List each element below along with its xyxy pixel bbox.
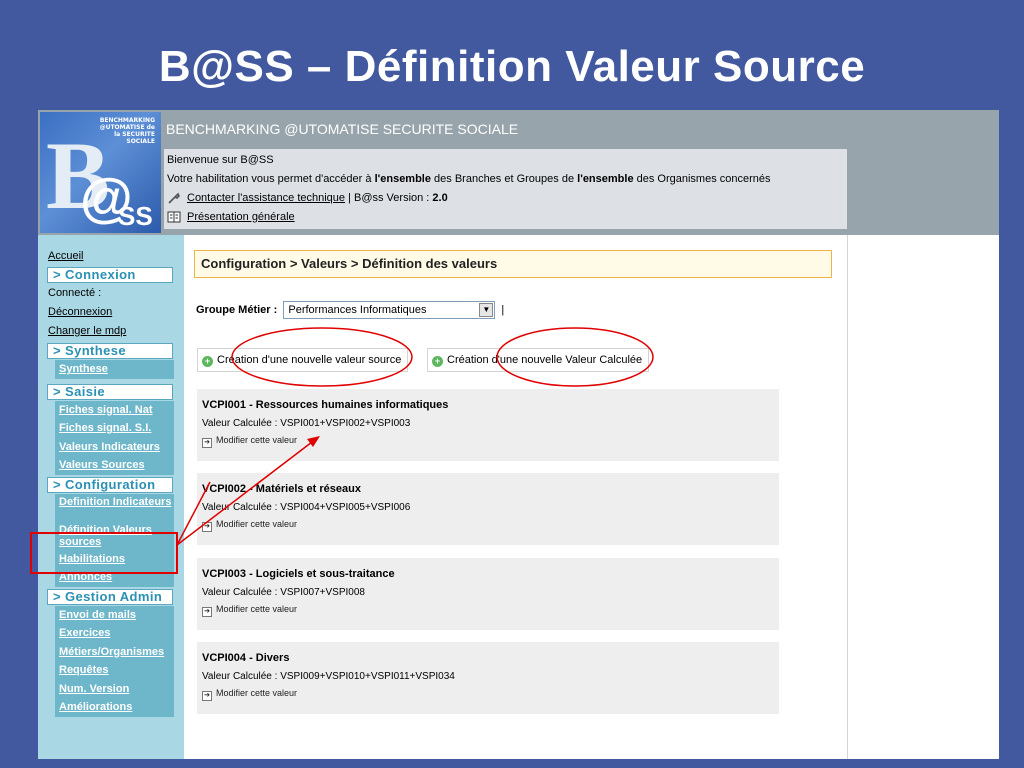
logo-ss: SS bbox=[118, 201, 153, 231]
value-card: VCPI002 - Matériels et réseaux Valeur Ca… bbox=[197, 473, 779, 545]
connecte-label: Connecté : bbox=[48, 287, 102, 299]
create-source-button[interactable]: + Création d'une nouvelle valeur source bbox=[197, 348, 409, 372]
card-title: VCPI004 - Divers bbox=[202, 652, 290, 664]
app-window: BENCHMARKING @UTOMATISE de la SECURITE S… bbox=[38, 110, 999, 759]
sidebar-item-definition-valeurs-sources[interactable]: Définition Valeurs sources bbox=[55, 522, 174, 550]
sidebar-item-habilitations[interactable]: Habilitations bbox=[55, 550, 174, 569]
right-pane bbox=[847, 235, 999, 759]
sidebar-item-exercices[interactable]: Exercices bbox=[55, 624, 174, 643]
card-formula: Valeur Calculée : VSPI001+VSPI002+VSPI00… bbox=[202, 418, 411, 429]
create-calculee-button[interactable]: + Création d'une nouvelle Valeur Calculée bbox=[427, 348, 650, 372]
plus-icon: + bbox=[432, 356, 443, 367]
edit-icon: ➔ bbox=[202, 438, 212, 448]
card-formula: Valeur Calculée : VSPI007+VSPI008 bbox=[202, 587, 365, 598]
version-label: | B@ss Version : bbox=[345, 192, 433, 204]
bass-logo[interactable]: BENCHMARKING @UTOMATISE de la SECURITE S… bbox=[40, 112, 161, 233]
groupe-metier-select[interactable]: Performances Informatiques ▼ bbox=[283, 301, 496, 319]
card-formula: Valeur Calculée : VSPI004+VSPI005+VSPI00… bbox=[202, 502, 411, 513]
sidebar-item-ameliorations[interactable]: Améliorations bbox=[55, 698, 174, 717]
groupe-metier-value: Performances Informatiques bbox=[288, 304, 427, 316]
edit-icon: ➔ bbox=[202, 522, 212, 532]
main-content: Configuration > Valeurs > Définition des… bbox=[184, 235, 847, 759]
edit-value-link[interactable]: ➔ Modifier cette valeur bbox=[202, 519, 774, 532]
section-saisie[interactable]: > Saisie bbox=[47, 383, 173, 400]
gestion-group: Envoi de mails Exercices Métiers/Organis… bbox=[55, 605, 174, 717]
card-formula: Valeur Calculée : VSPI009+VSPI010+VSPI01… bbox=[202, 671, 455, 682]
saisie-group: Fiches signal. Nat Fiches signal. S.I. V… bbox=[55, 400, 174, 475]
sidebar-deconnexion[interactable]: Déconnexion bbox=[38, 303, 184, 322]
app-title: BENCHMARKING @UTOMATISE SECURITE SOCIALE bbox=[166, 121, 519, 137]
sidebar-accueil[interactable]: Accueil bbox=[38, 248, 184, 265]
groupe-pipe: | bbox=[501, 303, 505, 316]
section-gestion-admin[interactable]: > Gestion Admin bbox=[47, 588, 173, 605]
value-card: VCPI004 - Divers Valeur Calculée : VSPI0… bbox=[197, 642, 779, 714]
header: BENCHMARKING @UTOMATISE de la SECURITE S… bbox=[38, 110, 999, 235]
edit-value-link[interactable]: ➔ Modifier cette valeur bbox=[202, 688, 774, 701]
value-card: VCPI003 - Logiciels et sous-traitance Va… bbox=[197, 558, 779, 630]
sidebar-item-annonces[interactable]: Annonces bbox=[55, 568, 174, 587]
groupe-metier-label: Groupe Métier : bbox=[196, 303, 278, 316]
version-value: 2.0 bbox=[432, 192, 448, 204]
synthese-group: Synthese bbox=[55, 360, 174, 379]
sidebar-changer-mdp[interactable]: Changer le mdp bbox=[38, 322, 184, 341]
card-title: VCPI002 - Matériels et réseaux bbox=[202, 483, 361, 495]
sidebar-item-num-version[interactable]: Num. Version bbox=[55, 680, 174, 699]
presentation-row: Présentation générale bbox=[167, 209, 844, 228]
presentation-link[interactable]: Présentation générale bbox=[187, 211, 295, 223]
chevron-down-icon[interactable]: ▼ bbox=[479, 303, 494, 317]
book-icon bbox=[167, 211, 181, 223]
section-connexion[interactable]: > Connexion bbox=[47, 267, 173, 283]
breadcrumb: Configuration > Valeurs > Définition des… bbox=[194, 250, 832, 278]
sidebar-item-valeurs-sources[interactable]: Valeurs Sources bbox=[55, 456, 174, 475]
sidebar-item-envoi-mails[interactable]: Envoi de mails bbox=[55, 606, 174, 625]
sidebar-item-synthese[interactable]: Synthese bbox=[55, 360, 174, 379]
sidebar-item-metiers-organismes[interactable]: Métiers/Organismes bbox=[55, 643, 174, 662]
welcome-panel: Bienvenue sur B@SS Votre habilitation vo… bbox=[164, 149, 847, 229]
sidebar-item-requetes[interactable]: Requêtes bbox=[55, 661, 174, 680]
groupe-metier-row: Groupe Métier : Performances Informatiqu… bbox=[196, 301, 504, 319]
edit-icon: ➔ bbox=[202, 607, 212, 617]
wrench-icon bbox=[168, 192, 180, 204]
sidebar-item-definition-indicateurs[interactable]: Definition Indicateurs bbox=[55, 494, 174, 522]
edit-value-link[interactable]: ➔ Modifier cette valeur bbox=[202, 435, 774, 448]
section-configuration[interactable]: > Configuration bbox=[47, 476, 173, 493]
contact-row: Contacter l'assistance technique | B@ss … bbox=[167, 190, 844, 209]
slide-title: B@SS – Définition Valeur Source bbox=[158, 42, 866, 91]
edit-icon: ➔ bbox=[202, 691, 212, 701]
edit-value-link[interactable]: ➔ Modifier cette valeur bbox=[202, 604, 774, 617]
habilitation-text: Votre habilitation vous permet d'accéder… bbox=[167, 173, 771, 185]
configuration-group: Definition Indicateurs Définition Valeur… bbox=[55, 493, 174, 587]
contact-support-link[interactable]: Contacter l'assistance technique bbox=[187, 192, 345, 204]
section-synthese[interactable]: > Synthese bbox=[47, 343, 173, 359]
sidebar-item-valeurs-indicateurs[interactable]: Valeurs Indicateurs bbox=[55, 438, 174, 457]
card-title: VCPI001 - Ressources humaines informatiq… bbox=[202, 399, 449, 411]
sidebar-item-fiches-nat[interactable]: Fiches signal. Nat bbox=[55, 401, 174, 420]
value-card: VCPI001 - Ressources humaines informatiq… bbox=[197, 389, 779, 461]
card-title: VCPI003 - Logiciels et sous-traitance bbox=[202, 568, 395, 580]
sidebar: Accueil > Connexion Connecté : Déconnexi… bbox=[38, 235, 184, 759]
plus-icon: + bbox=[202, 356, 213, 367]
sidebar-item-fiches-si[interactable]: Fiches signal. S.I. bbox=[55, 419, 174, 438]
welcome-text: Bienvenue sur B@SS bbox=[167, 154, 274, 166]
